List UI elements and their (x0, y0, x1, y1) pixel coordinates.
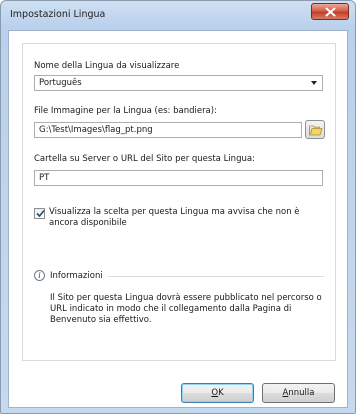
language-selected-value: Português (39, 78, 82, 88)
language-name-label: Nome della Lingua da visualizzare (34, 61, 180, 71)
availability-checkbox-label[interactable]: Visualizza la scelta per questa Lingua m… (49, 207, 304, 229)
site-url-label: Cartella su Server o URL del Sito per qu… (34, 154, 255, 164)
chevron-down-icon[interactable] (311, 81, 317, 85)
info-text: Il Sito per questa Lingua dovrà essere p… (50, 293, 322, 325)
site-url-value: PT (39, 173, 50, 183)
dialog-client-area: Nome della Lingua da visualizzare Portug… (8, 30, 348, 408)
title-bar[interactable]: Impostazioni Lingua (1, 1, 355, 29)
close-icon (325, 7, 336, 17)
ok-button-label: K (218, 388, 224, 398)
availability-checkbox[interactable] (34, 208, 45, 219)
info-title: Informazioni (50, 271, 103, 281)
browse-image-button[interactable] (305, 120, 325, 139)
image-file-input[interactable]: G:\Test\Images\flag_pt.png (34, 122, 302, 138)
checkmark-icon (36, 209, 45, 218)
folder-open-icon (309, 125, 323, 136)
dialog-window: Impostazioni Lingua Nome della Lingua da… (0, 0, 356, 414)
language-combobox[interactable]: Português (34, 75, 323, 91)
image-file-value: G:\Test\Images\flag_pt.png (39, 125, 153, 135)
cancel-button[interactable]: Annulla (262, 383, 335, 403)
window-title: Impostazioni Lingua (10, 9, 106, 20)
cancel-button-label: nnulla (288, 388, 315, 398)
ok-button[interactable]: OK (181, 383, 254, 403)
info-divider (108, 276, 324, 277)
settings-panel: Nome della Lingua da visualizzare Portug… (22, 43, 336, 361)
image-file-label: File Immagine per la Lingua (es: bandier… (34, 106, 217, 116)
site-url-input[interactable]: PT (34, 170, 323, 186)
info-icon: i (34, 270, 45, 281)
close-button[interactable] (311, 3, 349, 20)
